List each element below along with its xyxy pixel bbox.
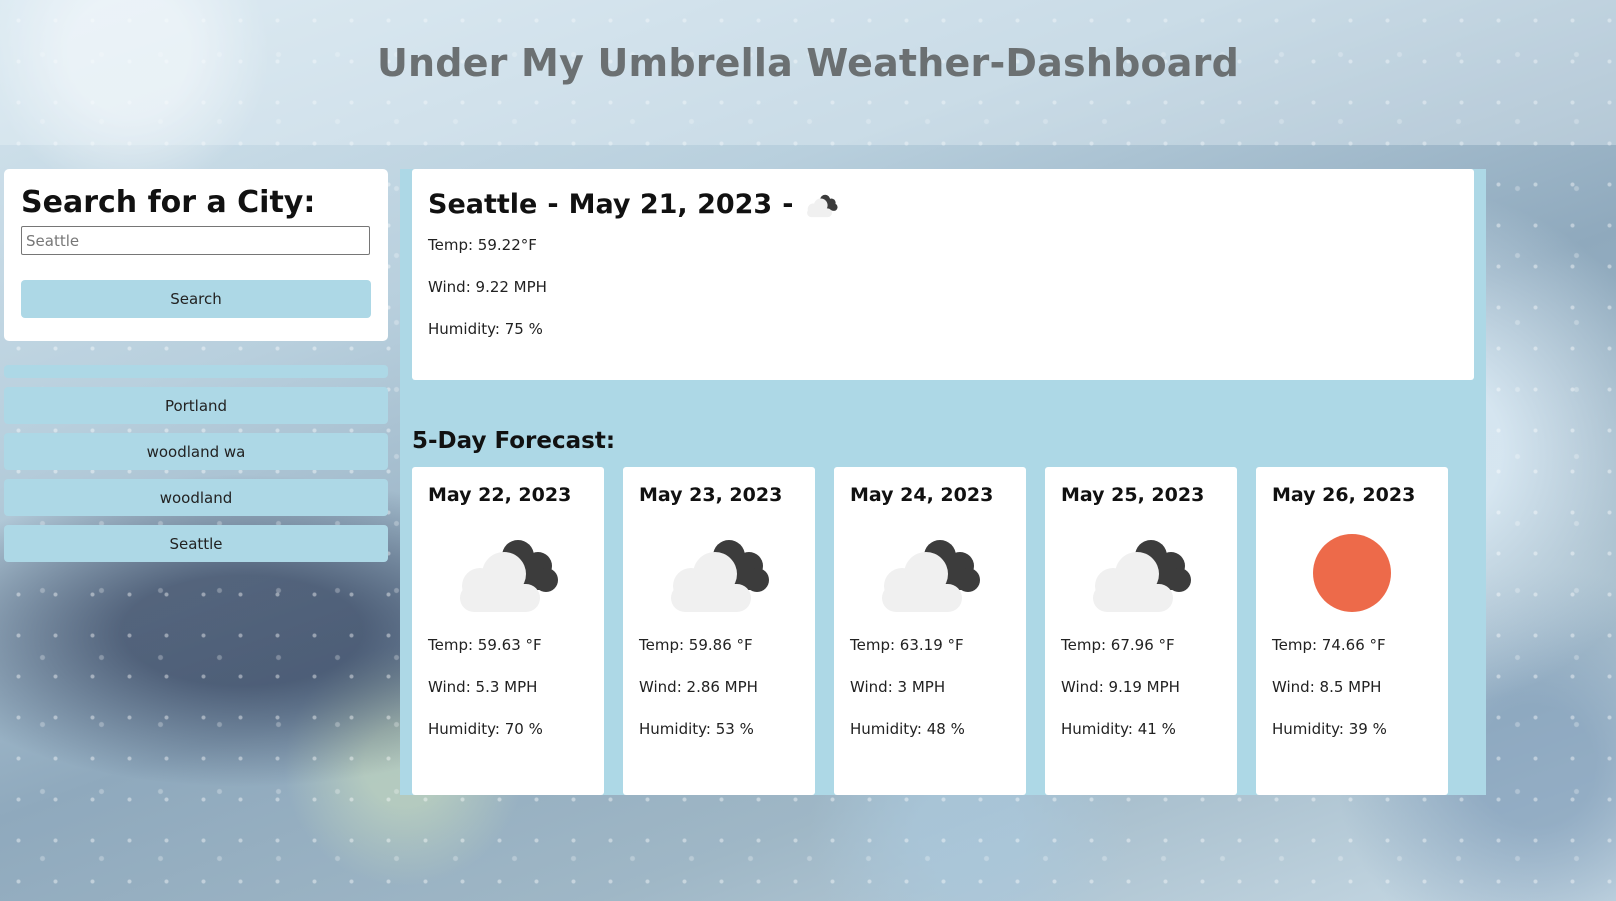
forecast-card: May 24, 2023 Temp: 63.19 °F Wind: 3 MPH …: [834, 467, 1026, 795]
search-heading: Search for a City:: [21, 185, 316, 220]
current-date: May 21, 2023: [568, 189, 773, 220]
current-temp: Temp: 59.22°F: [428, 236, 537, 254]
clear-sky-sun-icon: [1313, 534, 1391, 612]
history-item-empty[interactable]: [4, 365, 388, 378]
forecast-temp: Temp: 74.66 °F: [1272, 636, 1386, 654]
page-header: Under My Umbrella Weather-Dashboard: [0, 0, 1616, 145]
forecast-temp: Temp: 63.19 °F: [850, 636, 964, 654]
forecast-humidity: Humidity: 53 %: [639, 720, 754, 738]
forecast-humidity: Humidity: 39 %: [1272, 720, 1387, 738]
history-item-woodland[interactable]: woodland: [4, 479, 388, 516]
forecast-wind: Wind: 9.19 MPH: [1061, 678, 1180, 696]
broken-clouds-icon: [807, 194, 838, 217]
forecast-card: May 25, 2023 Temp: 67.96 °F Wind: 9.19 M…: [1045, 467, 1237, 795]
forecast-card: May 23, 2023 Temp: 59.86 °F Wind: 2.86 M…: [623, 467, 815, 795]
heading-separator: -: [782, 189, 794, 220]
search-button[interactable]: Search: [21, 280, 371, 318]
forecast-wind: Wind: 8.5 MPH: [1272, 678, 1382, 696]
forecast-temp: Temp: 67.96 °F: [1061, 636, 1175, 654]
current-weather-heading: Seattle - May 21, 2023 -: [428, 189, 1458, 220]
weather-results-panel: Seattle - May 21, 2023 - Temp: 59.22°F W…: [400, 169, 1486, 795]
search-history-list: Portland woodland wa woodland Seattle: [4, 365, 388, 571]
forecast-date: May 25, 2023: [1061, 484, 1205, 506]
forecast-humidity: Humidity: 41 %: [1061, 720, 1176, 738]
current-wind: Wind: 9.22 MPH: [428, 278, 547, 296]
forecast-card: May 26, 2023 Temp: 74.66 °F Wind: 8.5 MP…: [1256, 467, 1448, 795]
forecast-humidity: Humidity: 70 %: [428, 720, 543, 738]
forecast-date: May 26, 2023: [1272, 484, 1416, 506]
forecast-title: 5-Day Forecast:: [412, 428, 616, 454]
broken-clouds-icon: [460, 540, 558, 612]
forecast-wind: Wind: 3 MPH: [850, 678, 946, 696]
forecast-date: May 23, 2023: [639, 484, 783, 506]
forecast-humidity: Humidity: 48 %: [850, 720, 965, 738]
forecast-card: May 22, 2023 Temp: 59.63 °F Wind: 5.3 MP…: [412, 467, 604, 795]
heading-separator: -: [547, 189, 559, 220]
forecast-wind: Wind: 2.86 MPH: [639, 678, 758, 696]
page-title: Under My Umbrella Weather-Dashboard: [377, 40, 1239, 85]
forecast-temp: Temp: 59.63 °F: [428, 636, 542, 654]
forecast-date: May 22, 2023: [428, 484, 572, 506]
broken-clouds-icon: [1093, 540, 1191, 612]
forecast-wind: Wind: 5.3 MPH: [428, 678, 538, 696]
current-weather-card: Seattle - May 21, 2023 - Temp: 59.22°F W…: [412, 169, 1474, 380]
history-item-portland[interactable]: Portland: [4, 387, 388, 424]
current-humidity: Humidity: 75 %: [428, 320, 543, 338]
current-city: Seattle: [428, 189, 538, 220]
broken-clouds-icon: [882, 540, 980, 612]
history-item-seattle[interactable]: Seattle: [4, 525, 388, 562]
city-search-input[interactable]: [21, 226, 370, 255]
search-panel: Search for a City: Search: [4, 169, 388, 341]
broken-clouds-icon: [671, 540, 769, 612]
history-item-woodland-wa[interactable]: woodland wa: [4, 433, 388, 470]
forecast-temp: Temp: 59.86 °F: [639, 636, 753, 654]
forecast-date: May 24, 2023: [850, 484, 994, 506]
